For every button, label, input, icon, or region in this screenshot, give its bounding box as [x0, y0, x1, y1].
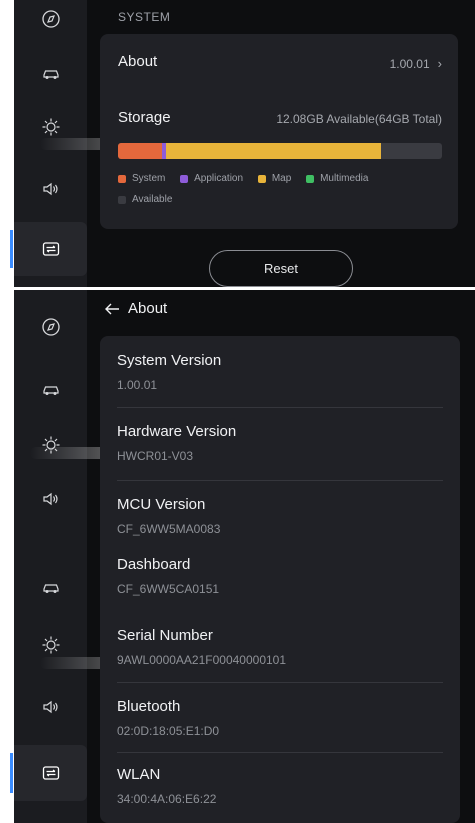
- storage-legend: System Application Map Multimedia Availa…: [118, 172, 448, 214]
- legend-swatch: [118, 196, 126, 204]
- sidebar-item-volume[interactable]: [14, 472, 87, 526]
- info-label: MCU Version: [117, 496, 206, 513]
- sidebar-item-volume[interactable]: [14, 680, 87, 734]
- info-item-serial-number: Serial Number 9AWL0000AA21F00040000101: [100, 627, 460, 697]
- system-screen: SYSTEM About 1.00.01 › Storage 12.08GB A…: [0, 0, 475, 287]
- brightness-icon: [42, 636, 59, 654]
- vehicle-icon: [42, 386, 59, 395]
- info-item-wlan: WLAN 34:00:4A:06:E6:22: [100, 766, 460, 823]
- info-value: 1.00.01: [117, 378, 158, 392]
- legend-label: Application: [194, 173, 244, 184]
- settings-toggle-icon: [42, 242, 59, 256]
- settings-toggle-icon: [42, 766, 59, 780]
- sidebar: [10, 290, 87, 823]
- active-indicator: [10, 230, 13, 268]
- volume-icon: [42, 182, 58, 196]
- screen-edge: [0, 290, 14, 823]
- legend-label: Map: [271, 173, 292, 184]
- sidebar-item-vehicle[interactable]: [14, 362, 87, 416]
- navigation-icon: [41, 318, 60, 336]
- storage-segment-map: [166, 143, 382, 159]
- back-button[interactable]: About: [104, 300, 167, 317]
- sidebar-item-system[interactable]: [10, 745, 87, 801]
- divider: [117, 682, 443, 683]
- info-label: Bluetooth: [117, 698, 181, 715]
- storage-summary: 12.08GB Available(64GB Total): [276, 112, 442, 126]
- about-row[interactable]: 1.00.01 ›: [390, 56, 442, 71]
- sidebar-item-system[interactable]: [10, 222, 87, 276]
- navigation-icon: [41, 10, 60, 28]
- divider: [117, 752, 443, 753]
- legend-item-available: Available: [118, 193, 172, 207]
- legend-swatch: [118, 175, 126, 183]
- page-title: About: [128, 300, 168, 317]
- info-value: 9AWL0000AA21F00040000101: [117, 653, 287, 667]
- info-value: HWCR01-V03: [117, 449, 194, 463]
- sidebar-item-vehicle[interactable]: [14, 560, 87, 614]
- sidebar-item-vehicle[interactable]: [14, 46, 87, 100]
- sidebar-item-volume[interactable]: [14, 162, 87, 216]
- info-item-hardware-version: Hardware Version HWCR01-V03: [100, 423, 460, 493]
- divider: [117, 480, 443, 481]
- system-card: About 1.00.01 › Storage 12.08GB Availabl…: [100, 34, 458, 229]
- storage-bar: [118, 143, 442, 159]
- info-label: WLAN: [117, 766, 161, 783]
- sidebar-item-navigation[interactable]: [14, 0, 87, 46]
- info-item-dashboard: Dashboard CF_6WW5CA0151: [100, 556, 460, 626]
- about-card: System Version 1.00.01 Hardware Version …: [100, 336, 460, 823]
- volume-icon: [42, 492, 58, 506]
- vehicle-icon: [42, 584, 59, 593]
- info-item-bluetooth: Bluetooth 02:0D:18:05:E1:D0: [100, 698, 460, 768]
- info-value: CF_6WW5MA0083: [117, 522, 221, 536]
- legend-item-multimedia: Multimedia: [306, 172, 368, 186]
- brightness-icon: [42, 118, 59, 136]
- divider: [117, 407, 443, 408]
- reset-button[interactable]: Reset: [209, 250, 353, 287]
- volume-icon: [42, 700, 58, 714]
- legend-swatch: [306, 175, 315, 183]
- legend-item-map: Map: [257, 172, 292, 186]
- section-title: SYSTEM: [118, 10, 171, 24]
- legend-label: Available: [132, 194, 173, 205]
- about-screen: About System Version 1.00.01 Hardware Ve…: [0, 290, 475, 823]
- info-label: Dashboard: [117, 556, 191, 573]
- info-label: Hardware Version: [117, 423, 237, 440]
- vehicle-icon: [42, 70, 59, 79]
- storage-segment-system: [118, 143, 163, 159]
- about-label: About: [118, 53, 158, 70]
- info-value: 34:00:4A:06:E6:22: [117, 792, 217, 806]
- sidebar-item-navigation[interactable]: [14, 300, 87, 354]
- info-item-system-version: System Version 1.00.01: [100, 352, 460, 422]
- storage-label: Storage: [118, 109, 171, 126]
- info-value: 02:0D:18:05:E1:D0: [117, 724, 220, 738]
- legend-swatch: [257, 175, 266, 183]
- legend-item-application: Application: [180, 172, 243, 186]
- info-value: CF_6WW5CA0151: [117, 582, 220, 596]
- info-label: System Version: [117, 352, 222, 369]
- chevron-right-icon: ›: [437, 56, 442, 71]
- about-version-value: 1.00.01: [389, 56, 430, 71]
- legend-swatch: [180, 175, 189, 183]
- info-label: Serial Number: [117, 627, 213, 644]
- arrow-left-icon: [105, 303, 119, 314]
- legend-item-system: System: [118, 172, 165, 186]
- sidebar-item-brightness[interactable]: [14, 418, 87, 472]
- legend-label: System: [132, 173, 166, 184]
- active-indicator: [10, 753, 13, 793]
- legend-label: Multimedia: [320, 173, 369, 184]
